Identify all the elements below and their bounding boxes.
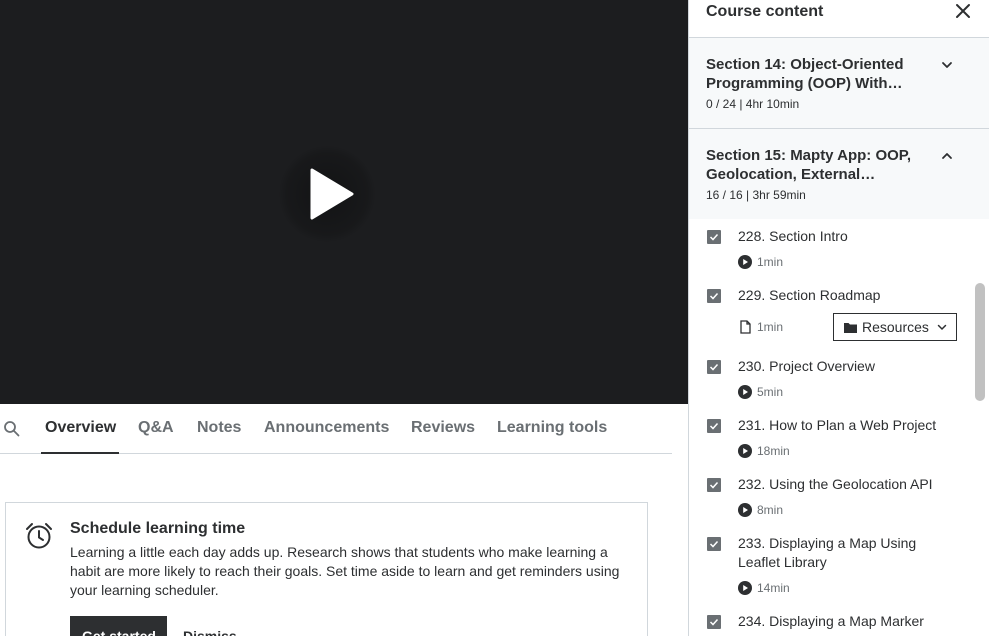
tab-reviews[interactable]: Reviews <box>411 419 475 437</box>
check-icon <box>709 481 719 489</box>
lecture-item[interactable]: 232. Using the Geolocation API 8min <box>689 467 973 526</box>
get-started-button[interactable]: Get started <box>70 616 167 636</box>
lecture-title: 232. Using the Geolocation API <box>738 476 933 492</box>
completed-checkbox[interactable] <box>707 478 721 492</box>
lecture-meta: 1min <box>738 319 783 335</box>
section-14-header[interactable]: Section 14: Object-Oriented Programming … <box>689 38 989 129</box>
lecture-item[interactable]: 228. Section Intro 1min <box>689 219 973 278</box>
alarm-clock-icon <box>26 523 52 549</box>
check-icon <box>709 292 719 300</box>
sidebar-header: Course content <box>689 0 989 38</box>
sidebar-scrollbar[interactable] <box>975 283 985 401</box>
lecture-duration: 14min <box>757 581 790 595</box>
card-title: Schedule learning time <box>70 520 246 537</box>
completed-checkbox[interactable] <box>707 419 721 433</box>
video-play-icon <box>738 385 752 399</box>
chevron-down-icon <box>937 324 947 331</box>
sidebar-title: Course content <box>706 3 824 20</box>
video-play-icon <box>738 581 752 595</box>
lecture-meta: 14min <box>738 580 790 596</box>
check-icon <box>709 233 719 241</box>
lecture-item[interactable]: 234. Displaying a Map Marker <box>689 604 973 636</box>
completed-checkbox[interactable] <box>707 360 721 374</box>
tab-qa[interactable]: Q&A <box>138 419 174 437</box>
lecture-meta: 18min <box>738 443 790 459</box>
card-description: Learning a little each day adds up. Rese… <box>70 544 620 598</box>
play-icon <box>310 168 354 220</box>
video-play-icon <box>738 255 752 269</box>
lecture-title: 234. Displaying a Map Marker <box>738 613 924 629</box>
lecture-meta: 5min <box>738 384 783 400</box>
folder-icon <box>844 322 857 333</box>
tab-notes[interactable]: Notes <box>197 419 241 437</box>
chevron-down-icon <box>942 62 952 68</box>
lecture-item[interactable]: 230. Project Overview 5min <box>689 349 973 408</box>
lecture-duration: 18min <box>757 444 790 458</box>
article-icon <box>740 320 751 334</box>
section-title: Section 15: Mapty App: OOP, Geolocation,… <box>706 147 912 183</box>
chevron-up-icon <box>942 153 952 159</box>
lecture-duration: 8min <box>757 503 784 517</box>
lecture-tabs: Overview Q&A Notes Announcements Reviews… <box>0 404 672 454</box>
video-play-icon <box>738 503 752 517</box>
dismiss-button[interactable]: Dismiss <box>183 628 237 636</box>
check-icon <box>709 422 719 430</box>
lecture-title: 228. Section Intro <box>738 228 848 244</box>
lecture-item[interactable]: 233. Displaying a Map Using Leaflet Libr… <box>689 526 973 604</box>
resources-dropdown-button[interactable]: Resources <box>833 313 957 341</box>
lecture-meta: 1min <box>738 254 783 270</box>
section-15-header[interactable]: Section 15: Mapty App: OOP, Geolocation,… <box>689 129 989 219</box>
lecture-title: 229. Section Roadmap <box>738 287 881 303</box>
section-progress: 0 / 24 | 4hr 10min <box>706 97 800 111</box>
lecture-meta: 8min <box>738 502 783 518</box>
section-progress: 16 / 16 | 3hr 59min <box>706 188 806 202</box>
close-icon[interactable] <box>955 3 971 19</box>
lecture-item[interactable]: 231. How to Plan a Web Project 18min <box>689 408 973 467</box>
lecture-title: 231. How to Plan a Web Project <box>738 417 937 433</box>
tab-learning-tools[interactable]: Learning tools <box>497 419 607 437</box>
video-player[interactable] <box>0 0 688 404</box>
play-button[interactable] <box>279 146 375 242</box>
active-tab-indicator <box>41 452 119 454</box>
completed-checkbox[interactable] <box>707 230 721 244</box>
lecture-title: 230. Project Overview <box>738 358 875 374</box>
lecture-duration: 5min <box>757 385 784 399</box>
check-icon <box>709 540 719 548</box>
search-icon[interactable] <box>3 420 21 438</box>
completed-checkbox[interactable] <box>707 289 721 303</box>
lecture-duration: 1min <box>757 255 784 269</box>
video-play-icon <box>738 444 752 458</box>
check-icon <box>709 363 719 371</box>
resources-label: Resources <box>862 319 929 335</box>
section-title: Section 14: Object-Oriented Programming … <box>706 56 904 92</box>
completed-checkbox[interactable] <box>707 615 721 629</box>
tab-announcements[interactable]: Announcements <box>264 419 389 437</box>
lecture-title: 233. Displaying a Map Using Leaflet Libr… <box>738 535 917 570</box>
lecture-duration: 1min <box>757 320 784 334</box>
schedule-learning-card: Schedule learning time Learning a little… <box>5 502 648 636</box>
course-content-sidebar: Course content Section 14: Object-Orient… <box>688 0 989 636</box>
check-icon <box>709 618 719 626</box>
tab-overview[interactable]: Overview <box>45 419 116 437</box>
completed-checkbox[interactable] <box>707 537 721 551</box>
